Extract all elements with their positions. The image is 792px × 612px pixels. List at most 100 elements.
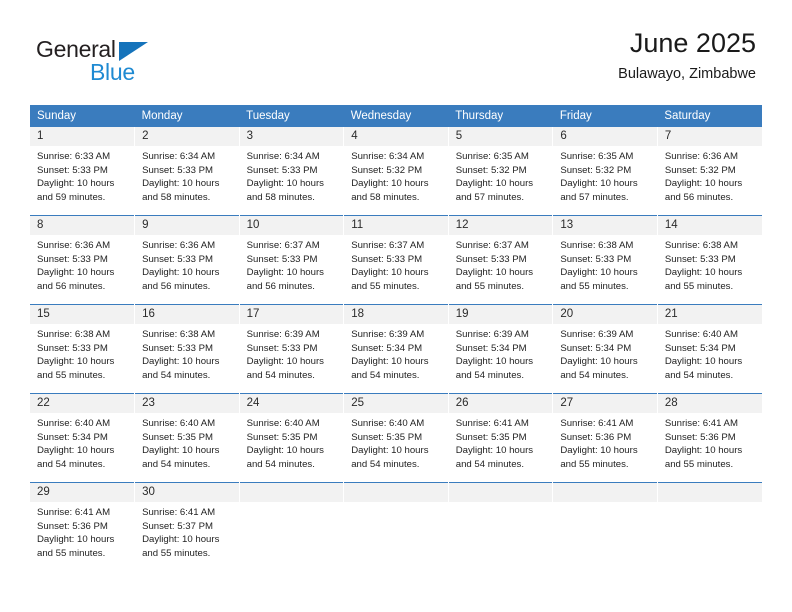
sunset-time: Sunset: 5:32 PM: [351, 164, 423, 176]
day-number: 17: [239, 305, 344, 324]
daylight-duration-line2: and 55 minutes.: [664, 280, 734, 292]
calendar-day-cell[interactable]: 16 Sunrise: 6:38 AM Sunset: 5:33 PM Dayligh…: [134, 304, 240, 394]
day-number: 30: [135, 483, 239, 502]
sunset-time: Sunset: 5:34 PM: [37, 431, 108, 443]
calendar-day-cell[interactable]: 24 Sunrise: 6:40 AM Sunset: 5:35 PM Dayligh…: [239, 393, 345, 483]
sunrise-time: Sunrise: 6:38 AM: [37, 329, 111, 340]
daylight-duration-line1: Daylight: 10 hours: [664, 178, 743, 190]
calendar-day-cell[interactable]: 13 Sunrise: 6:38 AM Sunset: 5:33 PM Dayligh…: [552, 215, 658, 305]
sunrise-time: Sunrise: 6:38 AM: [142, 329, 216, 340]
daylight-duration-line1: Daylight: 10 hours: [455, 445, 534, 457]
calendar-day-cell[interactable]: 10 Sunrise: 6:37 AM Sunset: 5:33 PM Dayligh…: [239, 215, 345, 305]
calendar-day-cell[interactable]: 11 Sunrise: 6:37 AM Sunset: 5:33 PM Dayligh…: [343, 215, 449, 305]
calendar-day-cell[interactable]: 22 Sunrise: 6:40 AM Sunset: 5:34 PM Dayligh…: [30, 393, 136, 483]
calendar-day-cell[interactable]: 28 Sunrise: 6:41 AM Sunset: 5:36 PM Dayligh…: [657, 393, 762, 483]
day-details: Sunrise: 6:39 AM Sunset: 5:34 PM Daylight:…: [553, 324, 657, 382]
calendar-week-row: 22 Sunrise: 6:40 AM Sunset: 5:34 PM Dayligh…: [30, 393, 762, 483]
calendar-page: General Blue June 2025 Bulawayo, Zimbabw…: [0, 0, 792, 612]
daylight-duration-line1: Daylight: 10 hours: [351, 178, 429, 190]
daylight-duration-line1: Daylight: 10 hours: [142, 178, 220, 190]
day-details: Sunrise: 6:36 AM Sunset: 5:32 PM Daylight:…: [658, 146, 762, 204]
calendar-day-cell[interactable]: 3 Sunrise: 6:34 AM Sunset: 5:33 PM Daylight…: [239, 127, 345, 216]
daylight-duration-line1: Daylight: 10 hours: [664, 445, 743, 457]
calendar-week-row: 29 Sunrise: 6:41 AM Sunset: 5:36 PM Dayligh…: [30, 482, 762, 571]
sunset-time: Sunset: 5:32 PM: [560, 164, 632, 176]
sunrise-time: Sunrise: 6:39 AM: [246, 329, 320, 340]
calendar-day-cell[interactable]: 2 Sunrise: 6:34 AM Sunset: 5:33 PM Daylight…: [134, 127, 240, 216]
calendar-day-cell[interactable]: 27 Sunrise: 6:41 AM Sunset: 5:36 PM Dayligh…: [552, 393, 658, 483]
sunset-time: Sunset: 5:34 PM: [664, 342, 736, 354]
day-details: Sunrise: 6:37 AM Sunset: 5:33 PM Daylight:…: [240, 235, 344, 293]
daylight-duration-line2: and 57 minutes.: [560, 191, 629, 203]
weekday-header-tuesday: Tuesday: [239, 105, 344, 127]
day-details: Sunrise: 6:38 AM Sunset: 5:33 PM Daylight:…: [658, 235, 762, 293]
sunset-time: Sunset: 5:35 PM: [351, 431, 423, 443]
day-details: Sunrise: 6:36 AM Sunset: 5:33 PM Daylight:…: [30, 235, 134, 293]
generalblue-logo[interactable]: General Blue: [36, 36, 166, 88]
calendar-day-cell[interactable]: 14 Sunrise: 6:38 AM Sunset: 5:33 PM Dayligh…: [657, 215, 762, 305]
sunset-time: Sunset: 5:33 PM: [142, 164, 213, 176]
calendar-day-cell[interactable]: 12 Sunrise: 6:37 AM Sunset: 5:33 PM Dayligh…: [448, 215, 554, 305]
sunrise-time: Sunrise: 6:36 AM: [37, 240, 111, 251]
daylight-duration-line1: Daylight: 10 hours: [560, 178, 638, 190]
weekday-header-friday: Friday: [552, 105, 658, 127]
calendar-day-cell[interactable]: 15 Sunrise: 6:38 AM Sunset: 5:33 PM Dayligh…: [30, 304, 136, 394]
sunset-time: Sunset: 5:33 PM: [37, 164, 108, 176]
day-number: [657, 483, 762, 502]
daylight-duration-line2: and 56 minutes.: [37, 280, 106, 292]
daylight-duration-line1: Daylight: 10 hours: [560, 356, 638, 368]
daylight-duration-line2: and 58 minutes.: [246, 191, 315, 203]
sunrise-time: Sunrise: 6:37 AM: [246, 240, 320, 251]
daylight-duration-line1: Daylight: 10 hours: [560, 445, 638, 457]
sunset-time: Sunset: 5:36 PM: [37, 520, 108, 532]
calendar-day-cell[interactable]: 20 Sunrise: 6:39 AM Sunset: 5:34 PM Dayligh…: [552, 304, 658, 394]
daylight-duration-line2: and 54 minutes.: [664, 369, 734, 381]
calendar-day-cell[interactable]: 5 Sunrise: 6:35 AM Sunset: 5:32 PM Daylight…: [448, 127, 554, 216]
day-number: [239, 483, 344, 502]
calendar-day-cell[interactable]: 17 Sunrise: 6:39 AM Sunset: 5:33 PM Dayligh…: [239, 304, 345, 394]
daylight-duration-line2: and 54 minutes.: [560, 369, 629, 381]
daylight-duration-line2: and 54 minutes.: [37, 458, 106, 470]
calendar-day-cell[interactable]: 21 Sunrise: 6:40 AM Sunset: 5:34 PM Dayligh…: [657, 304, 762, 394]
calendar-day-cell[interactable]: 23 Sunrise: 6:40 AM Sunset: 5:35 PM Dayligh…: [134, 393, 240, 483]
daylight-duration-line1: Daylight: 10 hours: [142, 356, 220, 368]
day-details: Sunrise: 6:35 AM Sunset: 5:32 PM Daylight:…: [553, 146, 657, 204]
sunset-time: Sunset: 5:34 PM: [351, 342, 423, 354]
calendar-day-cell[interactable]: 8 Sunrise: 6:36 AM Sunset: 5:33 PM Daylight…: [30, 215, 136, 305]
sunset-time: Sunset: 5:34 PM: [560, 342, 632, 354]
daylight-duration-line2: and 59 minutes.: [37, 191, 106, 203]
daylight-duration-line2: and 54 minutes.: [455, 458, 525, 470]
day-number: 6: [553, 127, 657, 146]
calendar-day-cell[interactable]: 7 Sunrise: 6:36 AM Sunset: 5:32 PM Daylight…: [657, 127, 762, 216]
daylight-duration-line2: and 57 minutes.: [455, 191, 525, 203]
sunrise-time: Sunrise: 6:33 AM: [37, 151, 111, 162]
calendar-body: 1 Sunrise: 6:33 AM Sunset: 5:33 PM Daylight…: [30, 127, 762, 571]
day-number: 13: [553, 216, 657, 235]
daylight-duration-line1: Daylight: 10 hours: [455, 267, 534, 279]
sunrise-time: Sunrise: 6:35 AM: [455, 151, 529, 162]
daylight-duration-line2: and 55 minutes.: [664, 458, 734, 470]
day-details: Sunrise: 6:38 AM Sunset: 5:33 PM Daylight:…: [553, 235, 657, 293]
sunset-time: Sunset: 5:36 PM: [560, 431, 632, 443]
sunset-time: Sunset: 5:33 PM: [664, 253, 736, 265]
calendar-day-cell[interactable]: 6 Sunrise: 6:35 AM Sunset: 5:32 PM Daylight…: [552, 127, 658, 216]
calendar-day-cell[interactable]: 18 Sunrise: 6:39 AM Sunset: 5:34 PM Dayligh…: [343, 304, 449, 394]
day-number: [344, 483, 448, 502]
calendar-day-cell[interactable]: 19 Sunrise: 6:39 AM Sunset: 5:34 PM Dayligh…: [448, 304, 554, 394]
sunset-time: Sunset: 5:33 PM: [246, 164, 318, 176]
calendar-day-cell[interactable]: 9 Sunrise: 6:36 AM Sunset: 5:33 PM Daylight…: [134, 215, 240, 305]
day-number: 3: [239, 127, 344, 146]
daylight-duration-line1: Daylight: 10 hours: [664, 356, 743, 368]
calendar-day-cell[interactable]: 29 Sunrise: 6:41 AM Sunset: 5:36 PM Dayligh…: [30, 482, 136, 571]
calendar-day-cell[interactable]: 30 Sunrise: 6:41 AM Sunset: 5:37 PM Dayligh…: [134, 482, 240, 571]
calendar-day-cell[interactable]: 1 Sunrise: 6:33 AM Sunset: 5:33 PM Daylight…: [30, 127, 136, 216]
calendar-day-cell[interactable]: 26 Sunrise: 6:41 AM Sunset: 5:35 PM Dayligh…: [448, 393, 554, 483]
calendar-day-cell[interactable]: 4 Sunrise: 6:34 AM Sunset: 5:32 PM Daylight…: [343, 127, 449, 216]
calendar-day-cell-empty: [343, 482, 449, 571]
sunset-time: Sunset: 5:33 PM: [37, 342, 108, 354]
calendar-day-cell[interactable]: 25 Sunrise: 6:40 AM Sunset: 5:35 PM Dayligh…: [343, 393, 449, 483]
day-details: Sunrise: 6:40 AM Sunset: 5:35 PM Daylight:…: [135, 413, 239, 471]
daylight-duration-line1: Daylight: 10 hours: [37, 267, 115, 279]
sunrise-time: Sunrise: 6:40 AM: [246, 418, 320, 429]
daylight-duration-line1: Daylight: 10 hours: [142, 445, 220, 457]
